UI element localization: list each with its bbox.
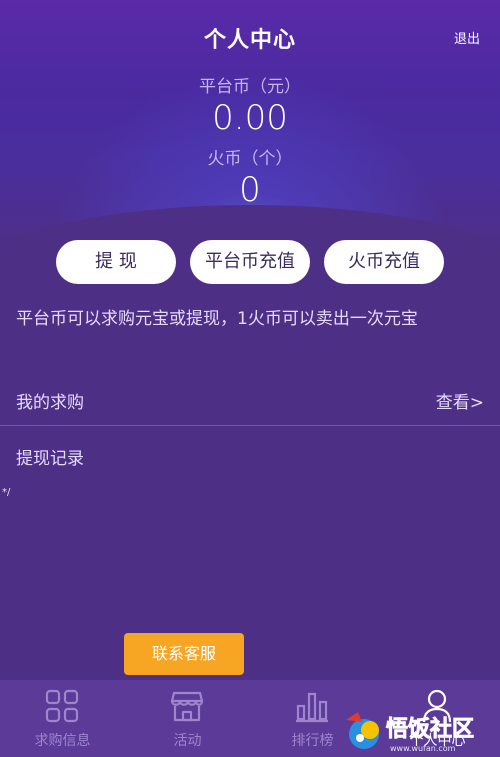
watermark-logo: 悟饭社区 www.wufan.com <box>346 712 474 753</box>
tab-label: 求购信息 <box>34 733 91 749</box>
tab-activity[interactable]: 活动 <box>125 680 250 757</box>
stray-text: */ <box>2 487 11 498</box>
my-purchase-label: 我的求购 <box>16 393 84 413</box>
fire-coin-value: 0 <box>239 170 261 210</box>
fire-coin-label: 火币（个） <box>207 149 293 169</box>
my-purchase-row[interactable]: 我的求购 查看> <box>0 374 500 426</box>
svg-text:悟饭社区: 悟饭社区 <box>386 716 474 742</box>
bar-chart-icon <box>296 692 328 723</box>
platform-coin-topup-button[interactable]: 平台币充值 <box>190 240 310 284</box>
page-title: 个人中心 <box>203 28 296 53</box>
coin-info-note: 平台币可以求购元宝或提现，1火币可以卖出一次元宝 <box>16 309 418 329</box>
platform-coin-value: 0.00 <box>212 98 288 138</box>
svg-text:www.wufan.com: www.wufan.com <box>390 744 456 753</box>
logout-button[interactable]: 退出 <box>454 28 480 47</box>
withdraw-history-label: 提现记录 <box>16 449 84 469</box>
platform-coin-label: 平台币（元） <box>199 77 301 97</box>
row-divider <box>0 425 500 426</box>
contact-support-button[interactable]: 联系客服 <box>124 633 244 675</box>
withdraw-history-row[interactable]: 提现记录 <box>0 430 500 482</box>
withdraw-button[interactable]: 提 现 <box>56 240 176 284</box>
tab-purchase-info[interactable]: 求购信息 <box>0 680 125 757</box>
view-purchase-link[interactable]: 查看> <box>436 388 484 413</box>
grid-icon <box>45 689 79 723</box>
shop-icon <box>170 691 204 722</box>
tab-label: 活动 <box>173 733 202 749</box>
action-buttons: 提 现 平台币充值 火币充值 <box>0 240 500 284</box>
fire-coin-topup-button[interactable]: 火币充值 <box>324 240 444 284</box>
